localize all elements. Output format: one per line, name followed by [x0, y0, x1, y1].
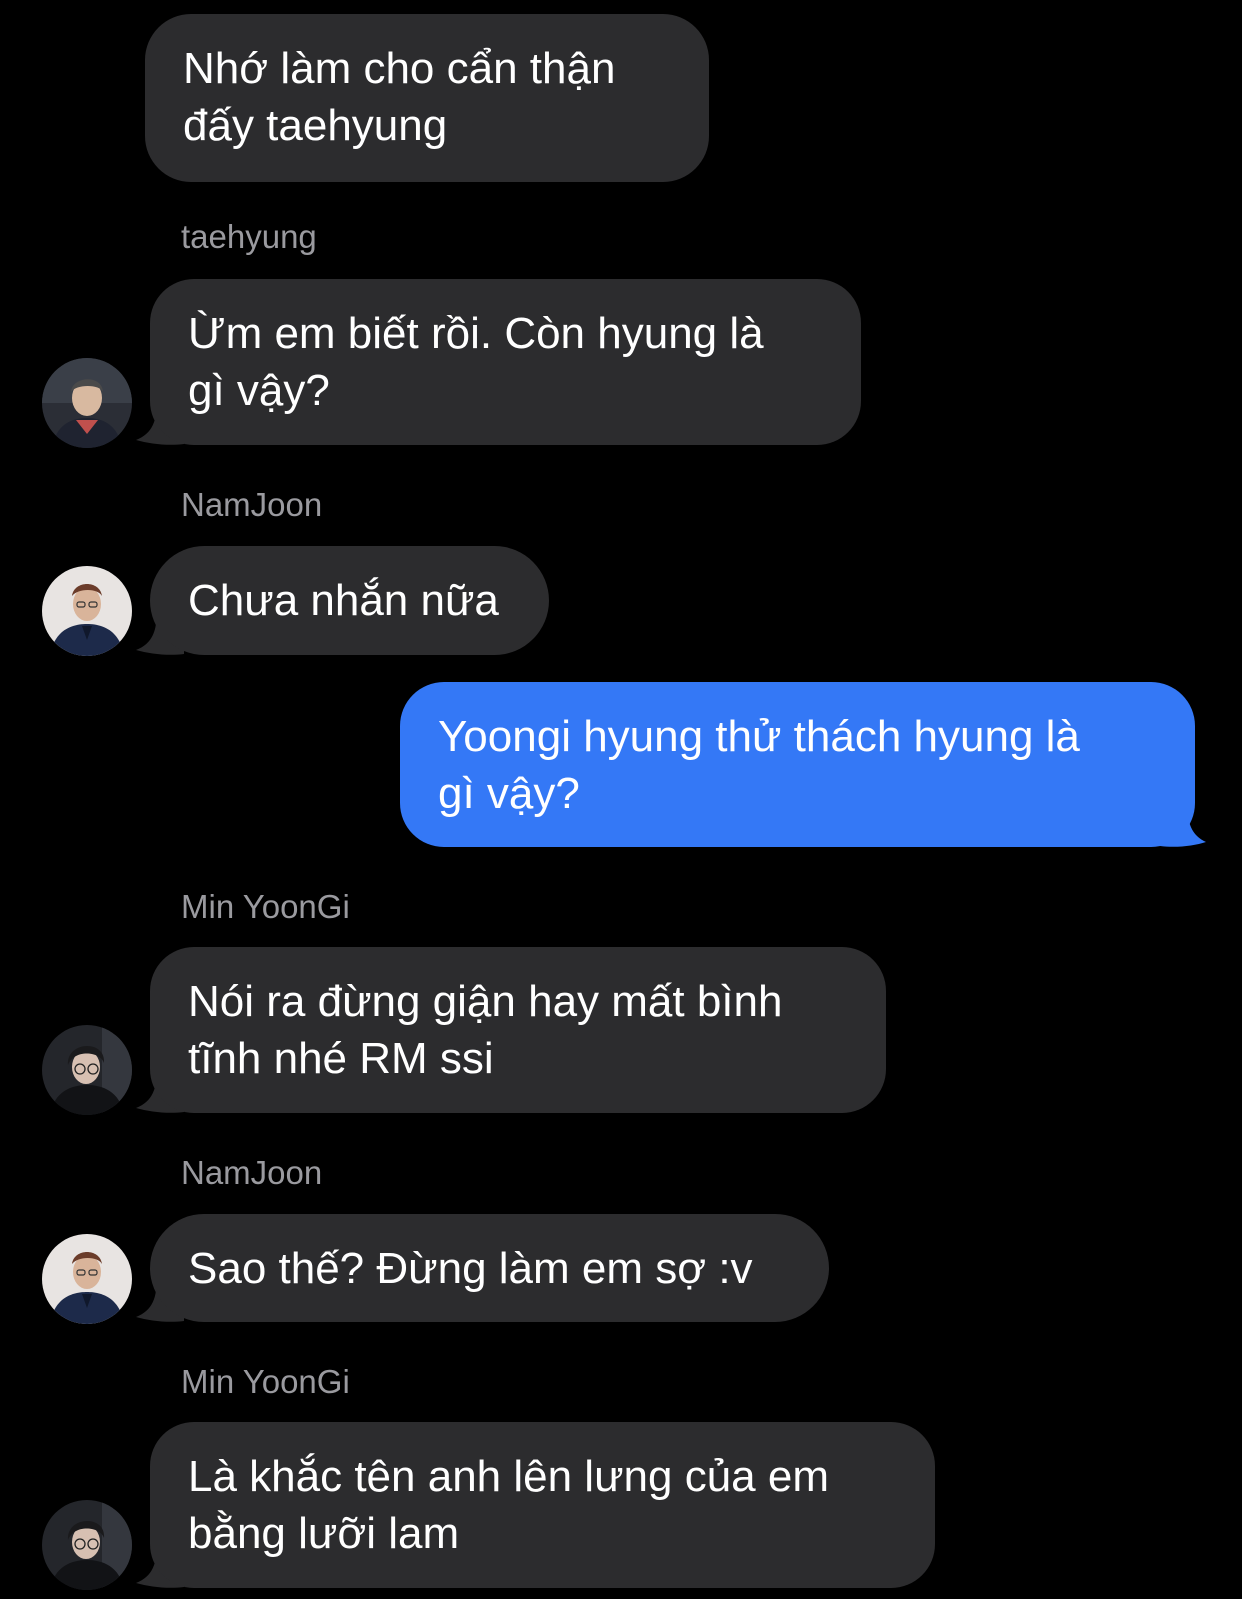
taehyung-avatar[interactable] [42, 358, 132, 448]
namjoon-avatar[interactable] [42, 1234, 132, 1324]
sender-name: taehyung [181, 218, 317, 255]
message-thread: Nhớ làm cho cẩn thận đấy taehyung taehyu… [0, 0, 1242, 1599]
bubble-tail [1160, 802, 1206, 847]
message-bubble-incoming[interactable]: Chưa nhắn nữa [150, 546, 549, 655]
namjoon-avatar[interactable] [42, 566, 132, 656]
yoongi-avatar[interactable] [42, 1500, 132, 1590]
message-bubble-outgoing[interactable]: Yoongi hyung thử thách hyung là gì vậy? [400, 682, 1195, 847]
message-bubble-incoming[interactable]: Nhớ làm cho cẩn thận đấy taehyung [145, 14, 709, 182]
sender-name: NamJoon [181, 486, 323, 523]
message-bubble-incoming[interactable]: Sao thế? Đừng làm em sợ :v [150, 1214, 829, 1322]
yoongi-avatar[interactable] [42, 1025, 132, 1115]
message-bubble-incoming[interactable]: Nói ra đừng giận hay mất bình tĩnh nhé R… [150, 947, 886, 1113]
message-bubble-incoming[interactable]: Ừm em biết rồi. Còn hyung là gì vậy? [150, 279, 861, 445]
sender-name: Min YoonGi [181, 888, 350, 925]
sender-name: NamJoon [181, 1154, 323, 1191]
message-bubble-incoming[interactable]: Là khắc tên anh lên lưng của em bằng lưỡ… [150, 1422, 935, 1588]
sender-name: Min YoonGi [181, 1363, 350, 1400]
